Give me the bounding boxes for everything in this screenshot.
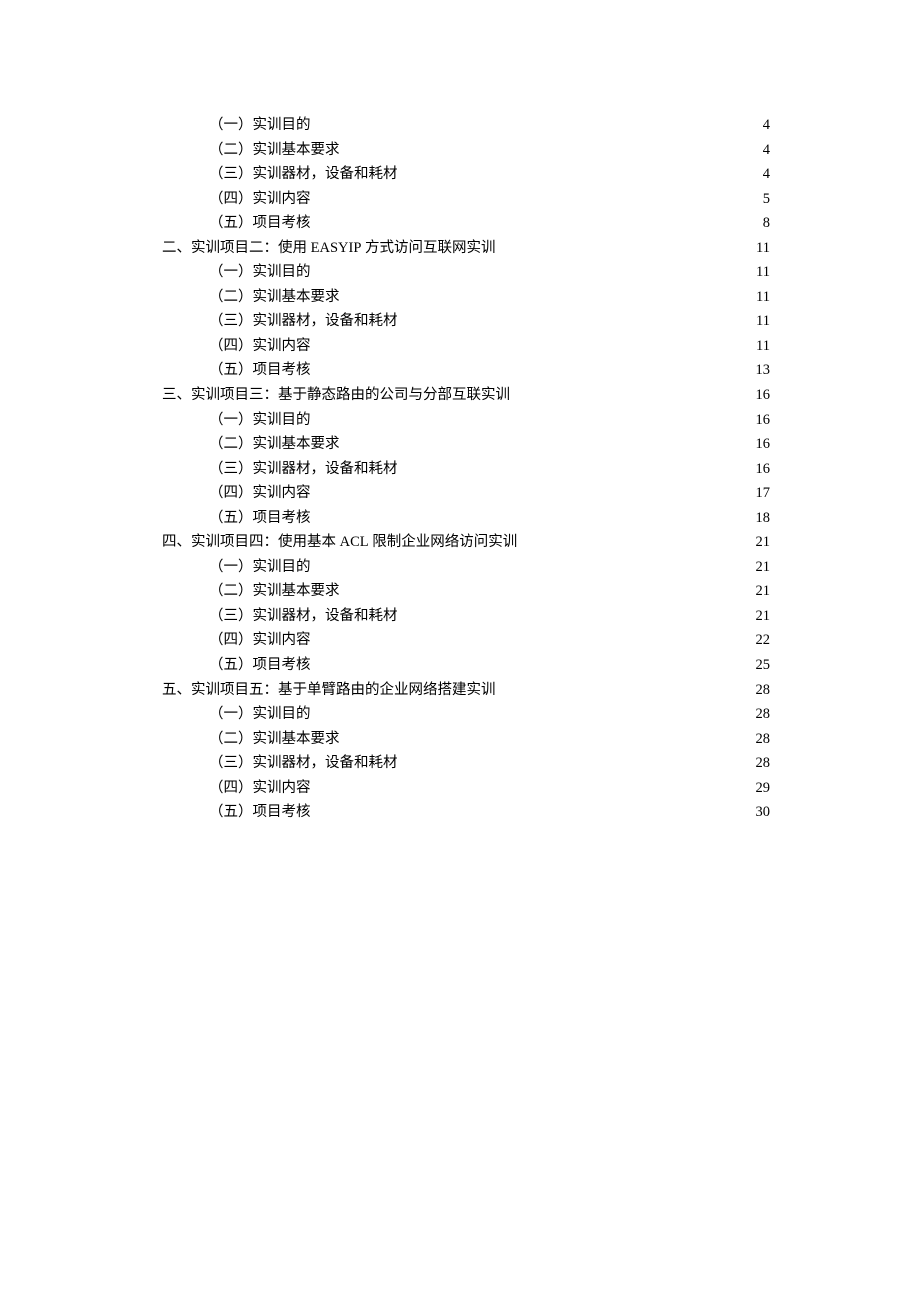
toc-entry-page: 16 <box>752 383 770 408</box>
toc-entry-page: 18 <box>752 506 770 531</box>
toc-entry-label: （一）实训目的 <box>209 702 311 727</box>
toc-entry-label: 二、实训项目二：使用 EASYIP 方式访问互联网实训 <box>162 236 496 261</box>
toc-entry: （一）实训目的 21 <box>162 555 770 580</box>
toc-entry-page: 29 <box>752 776 770 801</box>
toc-entry: （三）实训器材，设备和耗材 16 <box>162 457 770 482</box>
toc-entry-label: （三）实训器材，设备和耗材 <box>209 604 398 629</box>
toc-entry-label: （四）实训内容 <box>209 334 311 359</box>
toc-entry-label: （二）实训基本要求 <box>209 432 340 457</box>
toc-entry: （一）实训目的 28 <box>162 702 770 727</box>
toc-entry-page: 21 <box>752 555 770 580</box>
table-of-contents: （一）实训目的 4 （二）实训基本要求 4 （三）实训器材，设备和耗材 4 （四）实训内容 5… <box>162 113 770 825</box>
toc-entry: （五）项目考核 8 <box>162 211 770 236</box>
toc-entry-page: 16 <box>752 432 770 457</box>
toc-entry-label: （一）实训目的 <box>209 408 311 433</box>
toc-entry: （五）项目考核 25 <box>162 653 770 678</box>
toc-entry-page: 17 <box>752 481 770 506</box>
toc-entry-page: 4 <box>752 162 770 187</box>
toc-entry: （一）实训目的 11 <box>162 260 770 285</box>
toc-entry-label: （五）项目考核 <box>209 800 311 825</box>
toc-entry-page: 11 <box>752 285 770 310</box>
toc-entry-page: 11 <box>752 236 770 261</box>
toc-entry-label: （一）实训目的 <box>209 113 311 138</box>
toc-entry-label: 五、实训项目五：基于单臂路由的企业网络搭建实训 <box>162 678 496 703</box>
toc-entry-page: 16 <box>752 457 770 482</box>
toc-entry: （三）实训器材，设备和耗材 21 <box>162 604 770 629</box>
toc-entry: （四）实训内容 17 <box>162 481 770 506</box>
toc-entry: （二）实训基本要求 16 <box>162 432 770 457</box>
toc-entry: （五）项目考核 13 <box>162 358 770 383</box>
toc-entry: （三）实训器材，设备和耗材 4 <box>162 162 770 187</box>
toc-entry: （三）实训器材，设备和耗材 28 <box>162 751 770 776</box>
document-page: （一）实训目的 4 （二）实训基本要求 4 （三）实训器材，设备和耗材 4 （四）实训内容 5… <box>0 0 920 825</box>
toc-entry-label: （四）实训内容 <box>209 187 311 212</box>
toc-entry-label: （五）项目考核 <box>209 358 311 383</box>
toc-entry: （四）实训内容 5 <box>162 187 770 212</box>
toc-entry-label: 三、实训项目三：基于静态路由的公司与分部互联实训 <box>162 383 510 408</box>
toc-entry-label: （四）实训内容 <box>209 628 311 653</box>
toc-entry-label: （五）项目考核 <box>209 211 311 236</box>
toc-entry: （二）实训基本要求 4 <box>162 138 770 163</box>
toc-entry-label: （二）实训基本要求 <box>209 285 340 310</box>
toc-entry: （一）实训目的 16 <box>162 408 770 433</box>
toc-entry: （二）实训基本要求 11 <box>162 285 770 310</box>
toc-entry-page: 11 <box>752 334 770 359</box>
toc-entry-page: 4 <box>752 138 770 163</box>
toc-entry-page: 22 <box>752 628 770 653</box>
toc-entry-label: （一）实训目的 <box>209 260 311 285</box>
toc-entry-label: （四）实训内容 <box>209 776 311 801</box>
toc-entry: （三）实训器材，设备和耗材 11 <box>162 309 770 334</box>
toc-entry: （四）实训内容 11 <box>162 334 770 359</box>
toc-entry-label: （二）实训基本要求 <box>209 579 340 604</box>
toc-entry: （四）实训内容 22 <box>162 628 770 653</box>
toc-entry-page: 8 <box>752 211 770 236</box>
toc-entry: （一）实训目的 4 <box>162 113 770 138</box>
toc-entry-page: 11 <box>752 309 770 334</box>
toc-entry-label: （一）实训目的 <box>209 555 311 580</box>
toc-entry-label: （五）项目考核 <box>209 506 311 531</box>
toc-entry-label: （四）实训内容 <box>209 481 311 506</box>
toc-entry: 五、实训项目五：基于单臂路由的企业网络搭建实训 28 <box>162 678 770 703</box>
toc-entry-page: 28 <box>752 751 770 776</box>
toc-entry: 三、实训项目三：基于静态路由的公司与分部互联实训 16 <box>162 383 770 408</box>
toc-entry-label: 四、实训项目四：使用基本 ACL 限制企业网络访问实训 <box>162 530 517 555</box>
toc-entry-label: （三）实训器材，设备和耗材 <box>209 751 398 776</box>
toc-entry-page: 30 <box>752 800 770 825</box>
toc-entry-label: （二）实训基本要求 <box>209 727 340 752</box>
toc-entry: （二）实训基本要求 21 <box>162 579 770 604</box>
toc-entry-page: 11 <box>752 260 770 285</box>
toc-entry-page: 5 <box>752 187 770 212</box>
toc-entry: （四）实训内容 29 <box>162 776 770 801</box>
toc-entry-page: 21 <box>752 530 770 555</box>
toc-entry-page: 28 <box>752 702 770 727</box>
toc-entry: （五）项目考核 30 <box>162 800 770 825</box>
toc-entry-page: 4 <box>752 113 770 138</box>
toc-entry-label: （三）实训器材，设备和耗材 <box>209 457 398 482</box>
toc-entry-page: 25 <box>752 653 770 678</box>
toc-entry-page: 28 <box>752 678 770 703</box>
toc-entry: （五）项目考核 18 <box>162 506 770 531</box>
toc-entry-label: （五）项目考核 <box>209 653 311 678</box>
toc-entry-page: 16 <box>752 408 770 433</box>
toc-entry-page: 21 <box>752 579 770 604</box>
toc-entry: 四、实训项目四：使用基本 ACL 限制企业网络访问实训 21 <box>162 530 770 555</box>
toc-entry-page: 21 <box>752 604 770 629</box>
toc-entry: （二）实训基本要求 28 <box>162 727 770 752</box>
toc-entry-label: （三）实训器材，设备和耗材 <box>209 309 398 334</box>
toc-entry-page: 28 <box>752 727 770 752</box>
toc-entry: 二、实训项目二：使用 EASYIP 方式访问互联网实训 11 <box>162 236 770 261</box>
toc-entry-page: 13 <box>752 358 770 383</box>
toc-entry-label: （三）实训器材，设备和耗材 <box>209 162 398 187</box>
toc-entry-label: （二）实训基本要求 <box>209 138 340 163</box>
